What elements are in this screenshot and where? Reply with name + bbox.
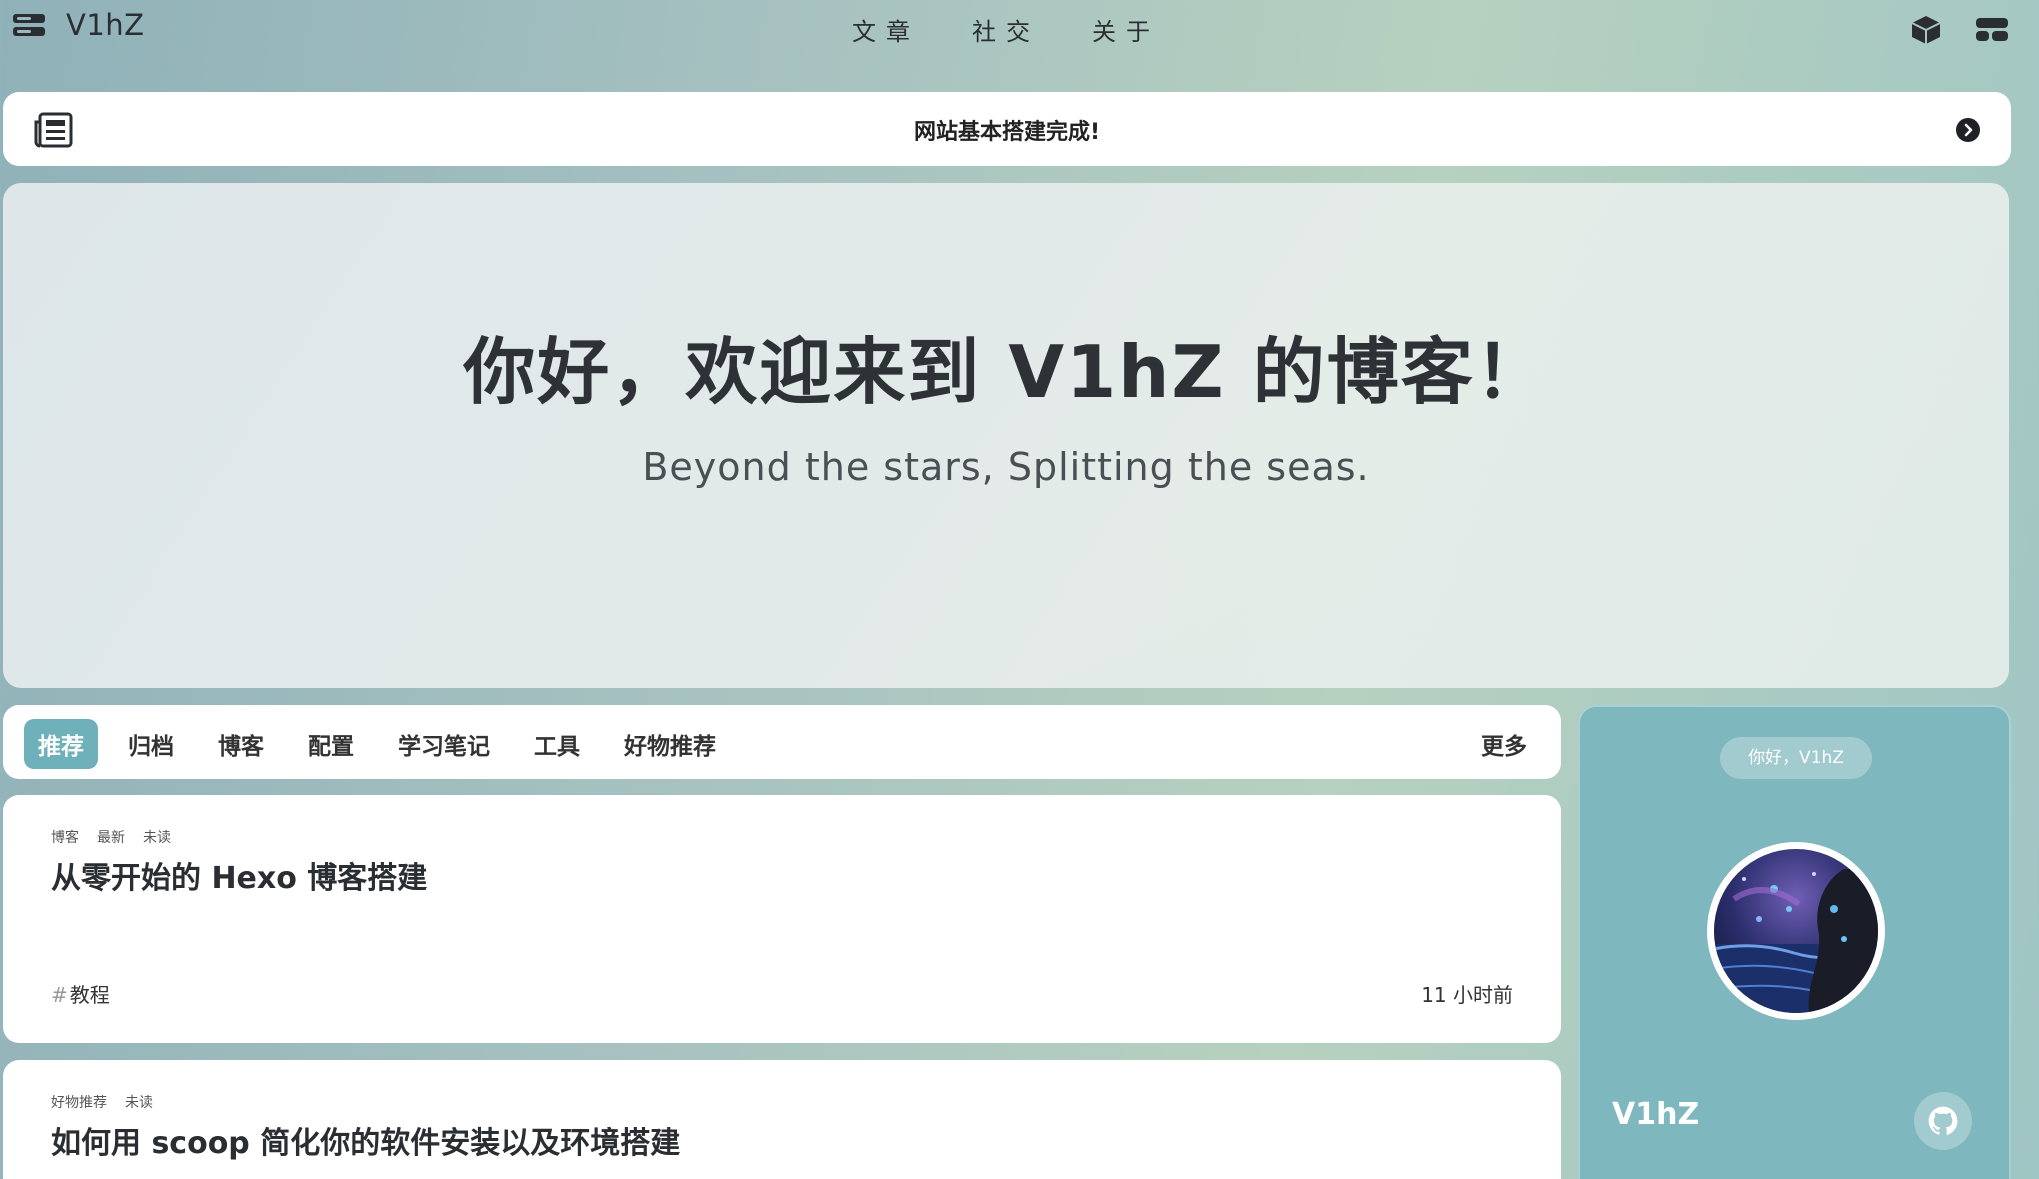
- profile-card: 你好，V1hZ V1hZ: [1578, 705, 2011, 1179]
- post-tag[interactable]: # 教程: [51, 979, 110, 1008]
- post-badge-new: 最新: [97, 830, 125, 846]
- post-meta: 博客 最新 未读: [51, 827, 171, 847]
- avatar[interactable]: [1707, 842, 1885, 1020]
- post-card[interactable]: 博客 最新 未读 从零开始的 Hexo 博客搭建 # 教程 11 小时前: [3, 795, 1561, 1043]
- post-card[interactable]: 好物推荐 未读 如何用 scoop 简化你的软件安装以及环境搭建: [3, 1060, 1561, 1179]
- tab-study-notes[interactable]: 学习笔记: [384, 719, 504, 769]
- tab-recommendations[interactable]: 好物推荐: [610, 719, 730, 769]
- nav-social[interactable]: 社交: [972, 12, 1040, 47]
- menu-icon[interactable]: [12, 10, 46, 40]
- post-badge-unread: 未读: [125, 1095, 153, 1111]
- post-category[interactable]: 好物推荐: [51, 1092, 107, 1112]
- avatar-image: [1714, 849, 1878, 1013]
- top-nav: V1hZ 文章 社交 关于: [0, 0, 2039, 60]
- main-nav: 文章 社交 关于: [852, 12, 1212, 47]
- announcement-text: 网站基本搭建完成!: [913, 120, 1101, 145]
- tab-recommended[interactable]: 推荐: [24, 719, 98, 769]
- post-badge-unread: 未读: [143, 830, 171, 846]
- hash-icon: #: [51, 983, 68, 1007]
- github-button[interactable]: [1914, 1092, 1972, 1150]
- profile-name: V1hZ: [1612, 1097, 1700, 1132]
- tab-config[interactable]: 配置: [294, 719, 368, 769]
- post-time: 11 小时前: [1421, 983, 1513, 1007]
- github-icon: [1928, 1106, 1958, 1135]
- announcement-bar[interactable]: 网站基本搭建完成!: [3, 92, 2011, 166]
- hero-subtitle: Beyond the stars, Splitting the seas.: [642, 445, 1370, 489]
- profile-greeting: 你好，V1hZ: [1720, 737, 1872, 779]
- nav-about[interactable]: 关于: [1092, 12, 1160, 47]
- post-tag-label: 教程: [69, 983, 110, 1007]
- layout-icon[interactable]: [1975, 14, 2009, 46]
- post-title[interactable]: 从零开始的 Hexo 博客搭建: [51, 853, 427, 897]
- category-bar: 推荐 归档 博客 配置 学习笔记 工具 好物推荐 更多: [3, 705, 1561, 779]
- site-title[interactable]: V1hZ: [66, 8, 145, 42]
- post-category[interactable]: 博客: [51, 827, 79, 847]
- brand[interactable]: V1hZ: [12, 8, 145, 42]
- tab-blog[interactable]: 博客: [204, 719, 278, 769]
- category-tabs: 推荐 归档 博客 配置 学习笔记 工具 好物推荐: [24, 719, 746, 769]
- more-link[interactable]: 更多: [1481, 727, 1527, 761]
- cube-icon[interactable]: [1909, 14, 1943, 46]
- hero-title: 你好，欢迎来到 V1hZ 的博客！: [463, 330, 1549, 414]
- hero-banner: 你好，欢迎来到 V1hZ 的博客！ Beyond the stars, Spli…: [3, 183, 2009, 688]
- post-title[interactable]: 如何用 scoop 简化你的软件安装以及环境搭建: [51, 1118, 680, 1162]
- arrow-right-circle-icon[interactable]: [1955, 117, 1981, 143]
- tab-archive[interactable]: 归档: [114, 719, 188, 769]
- post-meta: 好物推荐 未读: [51, 1092, 153, 1112]
- nav-actions: [1909, 14, 2009, 46]
- tab-tools[interactable]: 工具: [520, 719, 594, 769]
- nav-articles[interactable]: 文章: [852, 12, 920, 47]
